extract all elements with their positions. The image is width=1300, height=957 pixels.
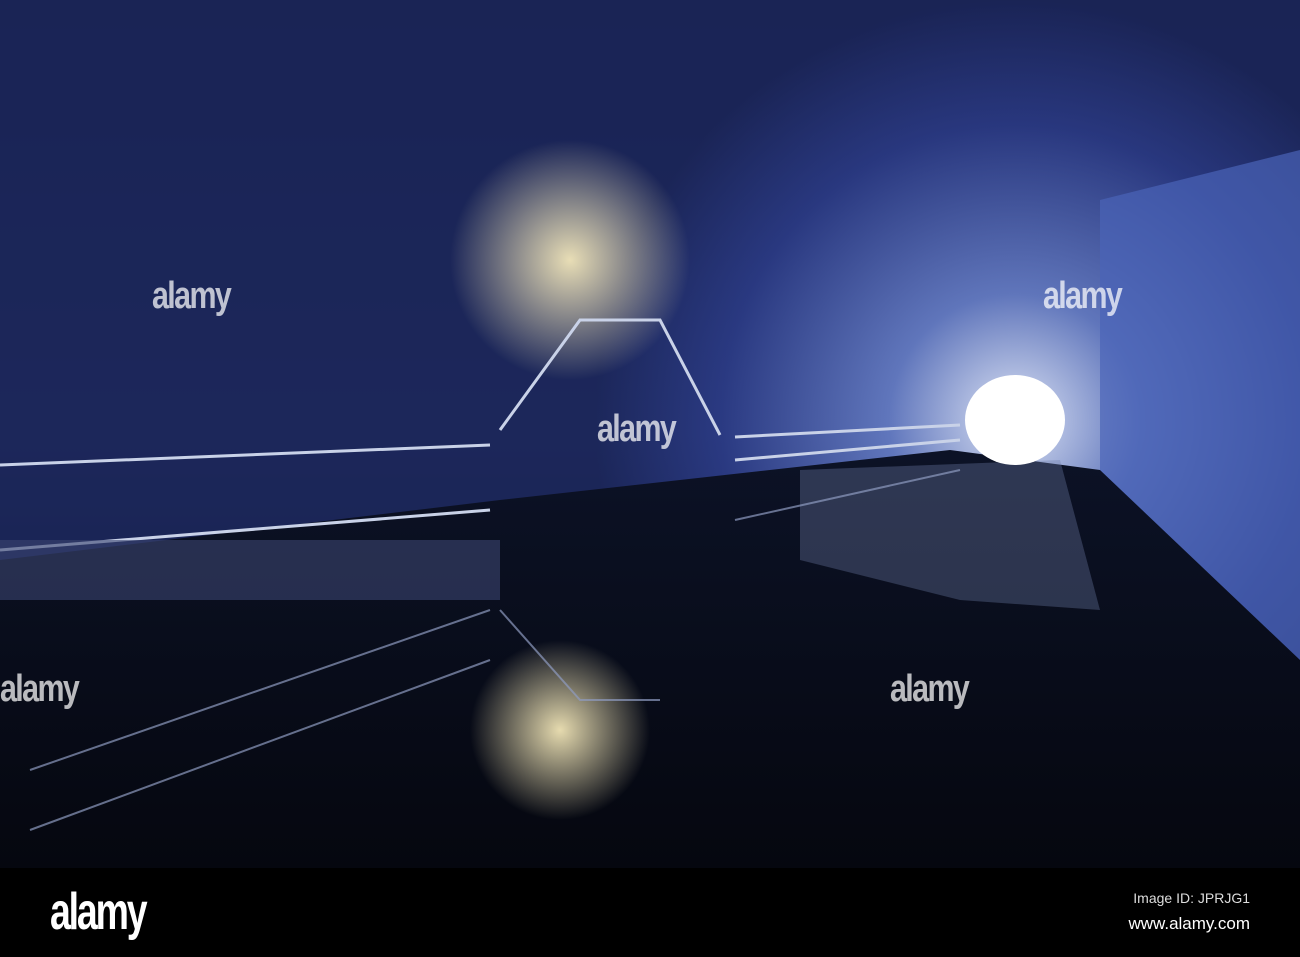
alamy-logo: alamy xyxy=(50,883,148,941)
watermark: alamy xyxy=(597,408,677,450)
footer-bar: alamy Image ID: JPRJG1 www.alamy.com xyxy=(0,868,1300,957)
watermark: alamy xyxy=(1043,275,1123,317)
site-url: www.alamy.com xyxy=(1128,914,1250,933)
watermark: alamy xyxy=(890,668,970,710)
watermark: alamy xyxy=(152,275,232,317)
image-id: Image ID: JPRJG1 xyxy=(1133,890,1250,906)
watermark: alamy xyxy=(0,668,80,710)
